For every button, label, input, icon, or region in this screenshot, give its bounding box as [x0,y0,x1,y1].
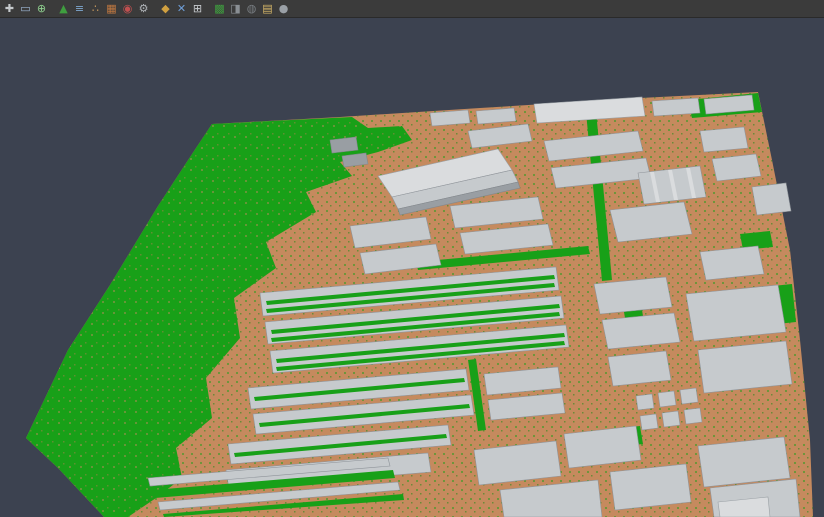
building-roof [330,137,358,153]
building-roof [652,98,700,116]
export-icon[interactable]: ▤ [260,1,275,16]
building-roof [658,391,676,407]
toolbar-separator [152,1,157,16]
3d-viewport[interactable] [0,19,824,517]
camera-icon[interactable]: ◨ [228,1,243,16]
zoom-icon[interactable]: ⊕ [34,1,49,16]
building-roof [476,108,516,124]
building-roof [712,154,761,181]
building-roof [686,285,786,341]
grid-icon[interactable]: ▩ [212,1,227,16]
main-toolbar: ✚ ▭ ⊕ ▲ ≡ ∴ ▦ ◉ ⚙ ◆ ✕ ⊞ ▩ ◨ ◍ ▤ ● [0,0,824,18]
mesh-icon[interactable]: ▦ [104,1,119,16]
building-roof [608,351,671,386]
building-roof [700,246,764,280]
building-roof [698,341,792,393]
building-roof [636,394,654,410]
measure-icon[interactable]: ◆ [158,1,173,16]
building-roof [680,388,698,404]
building-roof [430,110,470,126]
building-roof [684,408,702,424]
point-cloud-scene [0,19,824,517]
settings-icon[interactable]: ⚙ [136,1,151,16]
terrain-view-icon[interactable]: ▲ [56,1,71,16]
building-roof [662,411,680,427]
building-roof [752,183,791,215]
building-roof [640,414,658,430]
toolbar-separator [50,1,55,16]
building-roof [610,464,691,510]
info-icon[interactable]: ● [276,1,291,16]
delete-selection-icon[interactable]: ✕ [174,1,189,16]
building-roof [700,127,748,152]
point-cloud-icon[interactable]: ∴ [88,1,103,16]
rectangle-selection-icon[interactable]: ▭ [18,1,33,16]
toolbar-separator [206,1,211,16]
classification-icon[interactable]: ◉ [120,1,135,16]
layers-icon[interactable]: ≡ [72,1,87,16]
navigation-icon[interactable]: ✚ [2,1,17,16]
building-roof [698,437,790,487]
globe-icon[interactable]: ◍ [244,1,259,16]
reset-view-icon[interactable]: ⊞ [190,1,205,16]
